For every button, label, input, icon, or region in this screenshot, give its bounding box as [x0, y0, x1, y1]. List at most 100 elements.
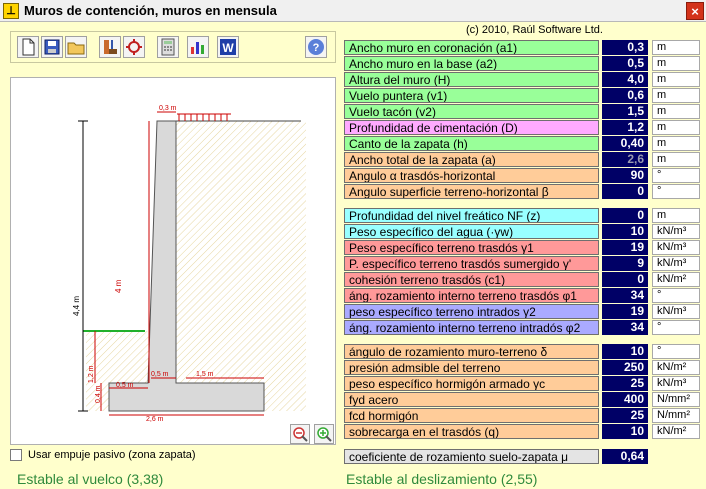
param-row: fcd hormigón 25 N/mm² [344, 408, 700, 424]
param-label: Ancho total de la zapata (a) [344, 152, 599, 167]
zoom-in-button[interactable] [314, 424, 334, 444]
word-icon: W [220, 39, 236, 55]
param-value[interactable]: 0 [602, 272, 648, 287]
param-value[interactable]: 25 [602, 376, 648, 391]
overturning-status: Estable al vuelco (3,38) [17, 471, 164, 487]
backfill-soil [176, 121, 306, 411]
label-a2: 0,5 m [151, 371, 169, 378]
param-row: sobrecarga en el trasdós (q) 10 kN/m² [344, 424, 700, 440]
param-value[interactable]: 1,2 [602, 120, 648, 135]
param-label: Ancho muro en coronación (a1) [344, 40, 599, 55]
param-label: sobrecarga en el trasdós (q) [344, 424, 599, 439]
param-row: áng. rozamiento interno terreno intradós… [344, 320, 700, 336]
param-value[interactable]: 10 [602, 224, 648, 239]
new-document-icon [22, 38, 35, 56]
param-label: Altura del muro (H) [344, 72, 599, 87]
bar-chart-icon [191, 42, 204, 54]
param-value[interactable]: 1,5 [602, 104, 648, 119]
param-unit: kN/m³ [652, 304, 700, 319]
param-unit: ° [652, 320, 700, 335]
surcharge [177, 113, 231, 121]
param-label: presión admsible del terreno [344, 360, 599, 375]
param-label: fcd hormigón [344, 408, 599, 423]
param-row: P. específico terreno trasdós sumergido … [344, 256, 700, 272]
app-icon: ⊥ [3, 3, 19, 19]
param-value[interactable]: 25 [602, 408, 648, 423]
param-row: ángulo de rozamiento muro-terreno δ 10 ° [344, 344, 700, 360]
calculator-button[interactable] [157, 36, 179, 58]
new-document-button[interactable] [17, 36, 39, 58]
param-value[interactable]: 9 [602, 256, 648, 271]
param-label: Profundidad del nivel freático NF (z) [344, 208, 599, 223]
param-row: Angulo α trasdós-horizontal 90 ° [344, 168, 700, 184]
open-folder-icon [67, 42, 85, 55]
friction-label: coeficiente de rozamiento suelo-zapata μ [344, 449, 599, 464]
param-unit: m [652, 88, 700, 103]
passive-pressure-checkbox[interactable] [10, 449, 22, 461]
param-value[interactable]: 34 [602, 320, 648, 335]
param-value[interactable]: 4,0 [602, 72, 648, 87]
param-value[interactable]: 0 [602, 184, 648, 199]
zoom-out-button[interactable] [290, 424, 310, 444]
friction-value[interactable]: 0,64 [602, 449, 648, 464]
passive-pressure-label: Usar empuje pasivo (zona zapata) [28, 449, 196, 461]
save-button[interactable] [41, 36, 63, 58]
param-unit: m [652, 56, 700, 71]
help-icon: ? [308, 39, 324, 55]
param-value[interactable]: 0,3 [602, 40, 648, 55]
svg-text:W: W [222, 41, 234, 55]
param-value[interactable]: 19 [602, 304, 648, 319]
param-value[interactable]: 400 [602, 392, 648, 407]
zoom-out-icon [293, 427, 308, 442]
param-value[interactable]: 2,6 [602, 152, 648, 167]
param-label: áng. rozamiento interno terreno intradós… [344, 320, 599, 335]
param-row: Ancho total de la zapata (a) 2,6 m [344, 152, 700, 168]
param-row: cohesión terreno trasdós (c1) 0 kN/m² [344, 272, 700, 288]
param-label: fyd acero [344, 392, 599, 407]
param-unit: m [652, 152, 700, 167]
wall-button[interactable] [99, 36, 121, 58]
param-label: ángulo de rozamiento muro-terreno δ [344, 344, 599, 359]
param-row: fyd acero 400 N/mm² [344, 392, 700, 408]
param-row: áng. rozamiento interno terreno trasdós … [344, 288, 700, 304]
close-button[interactable]: × [686, 2, 704, 20]
param-value[interactable]: 0,6 [602, 88, 648, 103]
param-value[interactable]: 90 [602, 168, 648, 183]
label-total: 4,4 m [72, 296, 81, 316]
param-unit: m [652, 104, 700, 119]
chart-button[interactable] [187, 36, 209, 58]
param-unit: m [652, 136, 700, 151]
param-row: Profundidad del nivel freático NF (z) 0 m [344, 208, 700, 224]
param-value[interactable]: 0,40 [602, 136, 648, 151]
label-a: 2,6 m [146, 416, 164, 423]
help-button[interactable]: ? [305, 36, 327, 58]
sliding-status: Estable al deslizamiento (2,55) [346, 471, 538, 487]
param-value[interactable]: 0 [602, 208, 648, 223]
window-title: Muros de contención, muros en mensula [24, 3, 277, 18]
param-label: peso específico hormigón armado γc [344, 376, 599, 391]
friction-row: coeficiente de rozamiento suelo-zapata μ… [344, 449, 700, 465]
label-v1: 0,5 m [116, 382, 134, 389]
open-button[interactable] [65, 36, 87, 58]
param-unit: N/mm² [652, 392, 700, 407]
param-value[interactable]: 19 [602, 240, 648, 255]
param-row: Angulo superficie terreno-horizontal β 0 ° [344, 184, 700, 200]
param-value[interactable]: 10 [602, 424, 648, 439]
word-export-button[interactable]: W [217, 36, 239, 58]
param-unit: kN/m³ [652, 224, 700, 239]
param-value[interactable]: 250 [602, 360, 648, 375]
settings-button[interactable] [123, 36, 145, 58]
param-unit: kN/m² [652, 272, 700, 287]
calculator-icon [161, 38, 175, 56]
param-unit: ° [652, 184, 700, 199]
param-row: presión admsible del terreno 250 kN/m² [344, 360, 700, 376]
wall-drawing: 0,3 m 4 m 4,4 m 1,2 m 0,4 m 0,5 m 0,5 m … [10, 77, 336, 445]
toolbar: W ? [10, 31, 336, 63]
param-value[interactable]: 34 [602, 288, 648, 303]
param-value[interactable]: 0,5 [602, 56, 648, 71]
save-icon [44, 39, 60, 55]
param-row: Ancho muro en la base (a2) 0,5 m [344, 56, 700, 72]
param-label: áng. rozamiento interno terreno trasdós … [344, 288, 599, 303]
param-value[interactable]: 10 [602, 344, 648, 359]
param-label: Profundidad de cimentación (D) [344, 120, 599, 135]
